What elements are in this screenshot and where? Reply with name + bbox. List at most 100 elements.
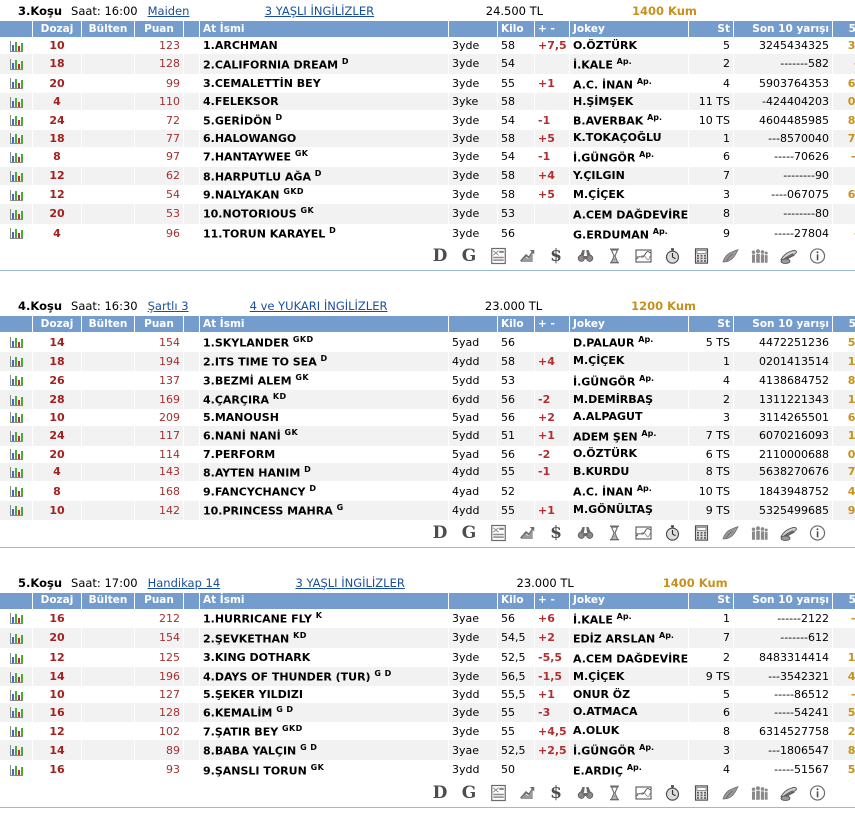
cell-horse-name[interactable]: 1.HURRICANE FLY K <box>200 609 449 629</box>
table-row[interactable]: 49611.TORUN KARAYEL D3yde56G.ERDUMAN Ap.… <box>0 224 855 244</box>
form-chart-icon[interactable] <box>10 152 23 163</box>
cell-jokey[interactable]: M.DEMİRBAŞ <box>570 390 689 409</box>
form-chart-icon[interactable] <box>10 707 23 718</box>
form-chart-icon[interactable] <box>10 78 23 89</box>
row-chart-cell[interactable] <box>0 74 33 94</box>
cell-jokey[interactable]: A.C. İNAN Ap. <box>570 74 689 94</box>
table-row[interactable]: 41438.AYTEN HANIM D4ydd55-1B.KURDU8 TS56… <box>0 463 855 482</box>
cell-horse-name[interactable]: 7.ŞATIR BEY GKD <box>200 722 449 741</box>
dollar-icon[interactable]: $ <box>546 783 566 802</box>
g-letter-icon[interactable]: G <box>459 523 479 542</box>
table-row[interactable]: 201542.ŞEVKETHAN KD3yde54,5+2EDİZ ARSLAN… <box>0 628 855 648</box>
row-chart-cell[interactable] <box>0 371 33 391</box>
cell-jokey[interactable]: O.ATMACA <box>570 703 689 722</box>
cell-horse-name[interactable]: 11.TORUN KARAYEL D <box>200 224 449 244</box>
cell-jokey[interactable]: O.ÖZTÜRK <box>570 446 689 463</box>
form-chart-icon[interactable] <box>10 41 23 52</box>
jockey-silks-icon[interactable] <box>778 783 798 802</box>
row-chart-cell[interactable] <box>0 446 33 463</box>
info-icon[interactable] <box>807 523 827 542</box>
row-chart-cell[interactable] <box>0 409 33 426</box>
cell-horse-name[interactable]: 6.HALOWANGO <box>200 130 449 147</box>
col-header-5kum[interactable]: 5 Kum <box>833 593 855 609</box>
cell-jokey[interactable]: İ.GÜNGÖR Ap. <box>570 740 689 760</box>
cell-jokey[interactable]: K.TOKAÇOĞLU <box>570 130 689 147</box>
table-row[interactable]: 181942.ITS TIME TO SEA D4ydd58+4M.ÇİÇEK1… <box>0 352 855 371</box>
row-chart-cell[interactable] <box>0 648 33 668</box>
crowd-icon[interactable] <box>749 247 769 266</box>
dollar-icon[interactable]: $ <box>546 247 566 266</box>
col-header-jokey[interactable]: Jokey <box>570 21 689 37</box>
col-header-bulten[interactable]: Bülten <box>82 21 135 37</box>
cell-jokey[interactable]: EDİZ ARSLAN Ap. <box>570 628 689 648</box>
cell-horse-name[interactable]: 7.HANTAYWEE GK <box>200 147 449 167</box>
race-type-link[interactable]: Şartlı 3 <box>148 299 189 313</box>
cell-horse-name[interactable]: 6.KEMALİM G D <box>200 703 449 722</box>
table-row[interactable]: 205310.NOTORIOUS GK3yde53A.CEM DAĞDEVİRE… <box>0 204 855 224</box>
table-row[interactable]: 18776.HALOWANGO3yde58+5K.TOKAÇOĞLU1---85… <box>0 130 855 147</box>
cell-horse-name[interactable]: 7.PERFORM <box>200 446 449 463</box>
table-row[interactable]: 16939.ŞANSLI TORUN GK3ydd50E.ARDIÇ Ap.4-… <box>0 760 855 780</box>
cell-horse-name[interactable]: 5.ŞEKER YILDIZI <box>200 686 449 703</box>
g-letter-icon[interactable]: G <box>459 783 479 802</box>
cell-jokey[interactable]: İ.KALE Ap. <box>570 609 689 629</box>
cell-horse-name[interactable]: 2.CALIFORNIA DREAM D <box>200 54 449 74</box>
row-chart-cell[interactable] <box>0 224 33 244</box>
form-chart-icon[interactable] <box>10 690 23 701</box>
table-row[interactable]: 101231.ARCHMAN3yde58+7,5O.ÖZTÜRK53245434… <box>0 37 855 54</box>
horse-icon[interactable] <box>720 247 740 266</box>
col-header-plusminus[interactable]: + - <box>535 593 570 609</box>
line-chart-icon[interactable] <box>633 783 653 802</box>
row-chart-cell[interactable] <box>0 147 33 167</box>
trend-arrow-icon[interactable] <box>517 783 537 802</box>
cell-jokey[interactable]: ADEM ŞEN Ap. <box>570 426 689 446</box>
trend-arrow-icon[interactable] <box>517 523 537 542</box>
table-row[interactable]: 102095.MANOUSH5yad56+2A.ALPAGUT331142655… <box>0 409 855 426</box>
race-class-link[interactable]: 3 YAŞLI İNGİLİZLER <box>230 576 470 590</box>
row-chart-cell[interactable] <box>0 501 33 520</box>
info-icon[interactable] <box>807 247 827 266</box>
calculator-icon[interactable] <box>691 783 711 802</box>
table-row[interactable]: 241176.NANİ NANİ GK5ydd51+1ADEM ŞEN Ap.7… <box>0 426 855 446</box>
d-letter-icon[interactable]: D <box>430 247 450 266</box>
col-header-plusminus[interactable]: + - <box>535 21 570 37</box>
form-chart-icon[interactable] <box>10 209 23 220</box>
line-chart-icon[interactable] <box>633 523 653 542</box>
table-row[interactable]: 24725.GERİDÖN D3yde54-1B.AVERBAK Ap.10 T… <box>0 110 855 130</box>
col-header-st[interactable]: St <box>689 316 734 332</box>
calculator-icon[interactable] <box>691 247 711 266</box>
table-row[interactable]: 41104.FELEKSOR3yke58H.ŞİMŞEK11 TS-424404… <box>0 93 855 110</box>
cell-horse-name[interactable]: 8.BABA YALÇIN G D <box>200 740 449 760</box>
binoculars-icon[interactable] <box>575 783 595 802</box>
cell-jokey[interactable]: G.ERDUMAN Ap. <box>570 224 689 244</box>
cell-horse-name[interactable]: 5.MANOUSH <box>200 409 449 426</box>
row-chart-cell[interactable] <box>0 463 33 482</box>
cell-jokey[interactable]: E.ARDIÇ Ap. <box>570 760 689 780</box>
horse-icon[interactable] <box>720 523 740 542</box>
row-chart-cell[interactable] <box>0 185 33 204</box>
table-row[interactable]: 141964.DAYS OF THUNDER (TUR) G D3yde56,5… <box>0 667 855 686</box>
table-row[interactable]: 14898.BABA YALÇIN G D3yae52,5+2,5İ.GÜNGÖ… <box>0 740 855 760</box>
cell-jokey[interactable]: H.ŞİMŞEK <box>570 93 689 110</box>
col-header-jokey[interactable]: Jokey <box>570 316 689 332</box>
form-chart-icon[interactable] <box>10 726 23 737</box>
form-chart-icon[interactable] <box>10 375 23 386</box>
form-chart-icon[interactable] <box>10 431 23 442</box>
cell-horse-name[interactable]: 1.ARCHMAN <box>200 37 449 54</box>
table-row[interactable]: 81689.FANCYCHANCY D4yad52A.C. İNAN Ap.10… <box>0 481 855 501</box>
table-row[interactable]: 141541.SKYLANDER GKD5yad56D.PALAUR Ap.5 … <box>0 332 855 352</box>
trend-arrow-icon[interactable] <box>517 247 537 266</box>
form-chart-icon[interactable] <box>10 395 23 406</box>
binoculars-icon[interactable] <box>575 523 595 542</box>
col-header-dozaj[interactable]: Dozaj <box>33 593 82 609</box>
race-class-link[interactable]: 3 YAŞLI İNGİLİZLER <box>199 4 439 18</box>
crowd-icon[interactable] <box>749 523 769 542</box>
table-row[interactable]: 101275.ŞEKER YILDIZI3ydd55,5+1ONUR ÖZ5--… <box>0 686 855 703</box>
cell-jokey[interactable]: D.PALAUR Ap. <box>570 332 689 352</box>
row-chart-cell[interactable] <box>0 426 33 446</box>
race-card-icon[interactable] <box>488 247 508 266</box>
cell-horse-name[interactable]: 10.NOTORIOUS GK <box>200 204 449 224</box>
form-chart-icon[interactable] <box>10 190 23 201</box>
row-chart-cell[interactable] <box>0 703 33 722</box>
table-row[interactable]: 281694.ÇARÇIRA KD6ydd56-2M.DEMİRBAŞ21311… <box>0 390 855 409</box>
